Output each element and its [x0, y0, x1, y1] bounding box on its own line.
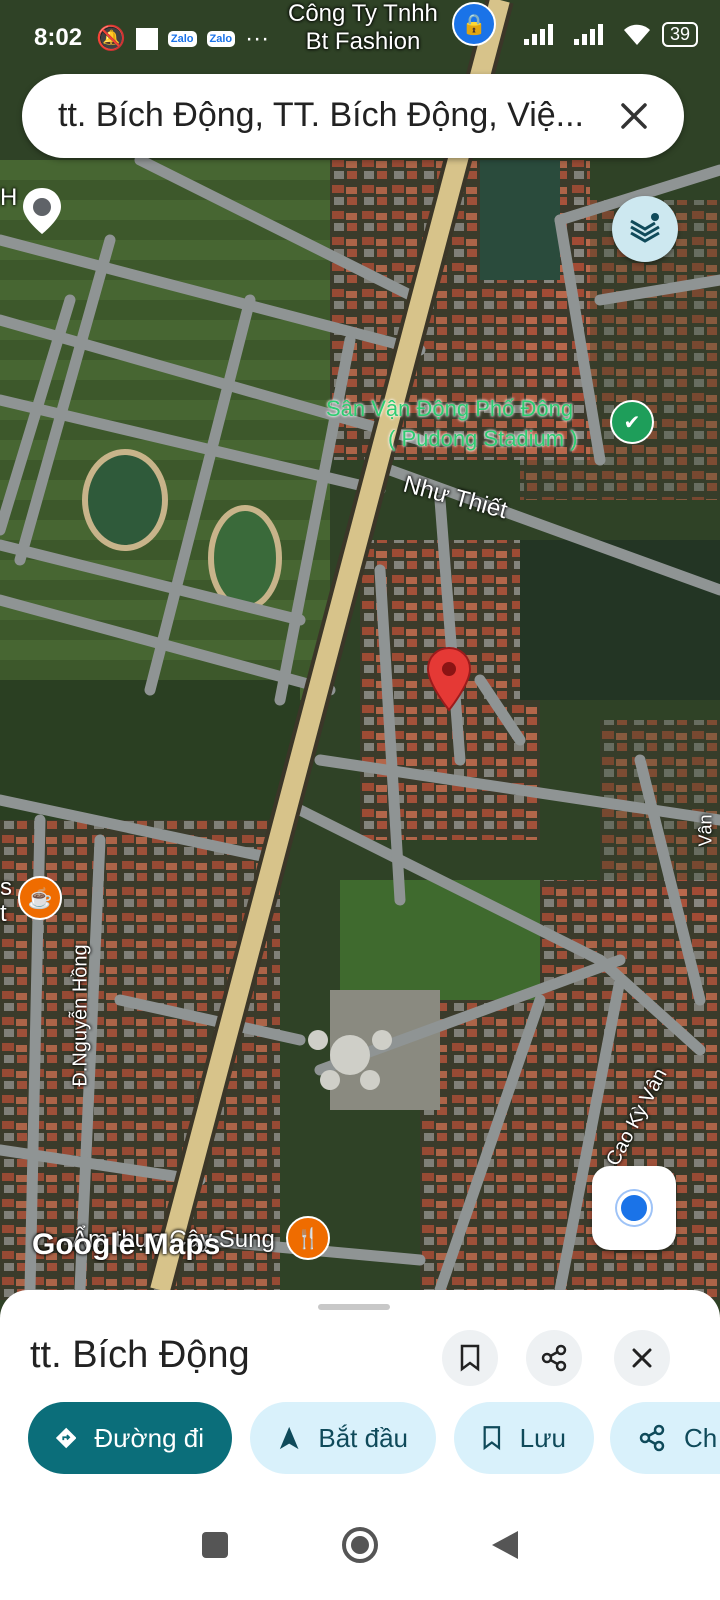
place-marker-icon[interactable]	[20, 186, 64, 236]
road-label-nguyen-hong: Đ.Nguyễn Hồng	[69, 944, 92, 1087]
zalo-icon-2: Zalo	[206, 30, 236, 47]
system-nav-bar	[0, 1490, 720, 1600]
bookmark-button[interactable]	[442, 1330, 498, 1386]
share-button[interactable]	[526, 1330, 582, 1386]
action-chips: Đường đi Bắt đầu Lưu Ch	[28, 1402, 720, 1476]
battery-icon: 39	[661, 22, 698, 47]
bookmark-icon	[483, 1426, 501, 1451]
edge-label-s: s	[0, 874, 12, 901]
share-icon	[639, 1424, 665, 1452]
close-icon	[621, 103, 647, 129]
bookmark-icon	[460, 1344, 480, 1372]
start-navigation-button[interactable]: Bắt đầu	[250, 1402, 436, 1474]
location-pin-icon[interactable]	[425, 646, 473, 712]
directions-label: Đường đi	[94, 1422, 204, 1453]
share-chip-button[interactable]: Ch	[610, 1402, 720, 1474]
signal-icon-2	[573, 23, 603, 45]
directions-icon	[56, 1427, 77, 1449]
start-label: Bắt đầu	[318, 1422, 408, 1453]
back-icon[interactable]	[490, 1529, 520, 1561]
stadium-en-label[interactable]: ( Pudong Stadium )	[388, 426, 578, 452]
edge-label-t: t	[0, 900, 7, 927]
status-bar: 8:02 🔕 Zalo Zalo ··· 39	[0, 0, 720, 70]
search-bar[interactable]: tt. Bích Động, TT. Bích Động, Việ...	[22, 74, 684, 158]
sheet-drag-handle[interactable]	[318, 1304, 390, 1310]
home-icon[interactable]	[340, 1525, 380, 1565]
edge-label-van: Vân	[695, 814, 716, 847]
status-time: 8:02	[34, 24, 83, 51]
layers-icon	[630, 213, 660, 243]
directions-button[interactable]: Đường đi	[28, 1402, 232, 1474]
layers-button[interactable]	[612, 196, 678, 262]
my-location-button[interactable]	[592, 1166, 676, 1250]
notification-icons: 🔕 Zalo Zalo ···	[96, 24, 269, 53]
stadium-label[interactable]: Sân Vận Động Phố Đông	[326, 396, 573, 422]
share-label: Ch	[684, 1422, 718, 1453]
my-location-icon	[617, 1191, 651, 1225]
recents-icon[interactable]	[200, 1530, 230, 1560]
system-icons: 39	[522, 22, 698, 47]
wifi-icon	[623, 24, 650, 45]
save-button[interactable]: Lưu	[454, 1402, 594, 1474]
cafe-poi-icon[interactable]: ☕	[18, 876, 62, 920]
edge-label-h: H	[0, 184, 18, 211]
place-title: tt. Bích Động	[30, 1334, 250, 1376]
close-sheet-button[interactable]	[614, 1330, 670, 1386]
search-query[interactable]: tt. Bích Động, TT. Bích Động, Việ...	[58, 96, 618, 135]
mute-icon: 🔕	[96, 25, 126, 52]
google-maps-watermark: Google Maps	[32, 1228, 221, 1261]
clear-search-button[interactable]	[608, 90, 660, 142]
zalo-icon: Zalo	[167, 30, 197, 47]
navigation-arrow-icon	[279, 1426, 299, 1450]
more-notifications-icon: ···	[245, 24, 270, 52]
signal-icon	[523, 23, 553, 45]
stadium-poi-icon[interactable]: ✔	[610, 400, 654, 444]
square-notification-icon	[135, 27, 158, 50]
save-label: Lưu	[519, 1422, 566, 1453]
close-icon	[632, 1348, 652, 1368]
share-icon	[541, 1344, 567, 1372]
restaurant-poi-icon[interactable]: 🍴	[286, 1216, 330, 1260]
